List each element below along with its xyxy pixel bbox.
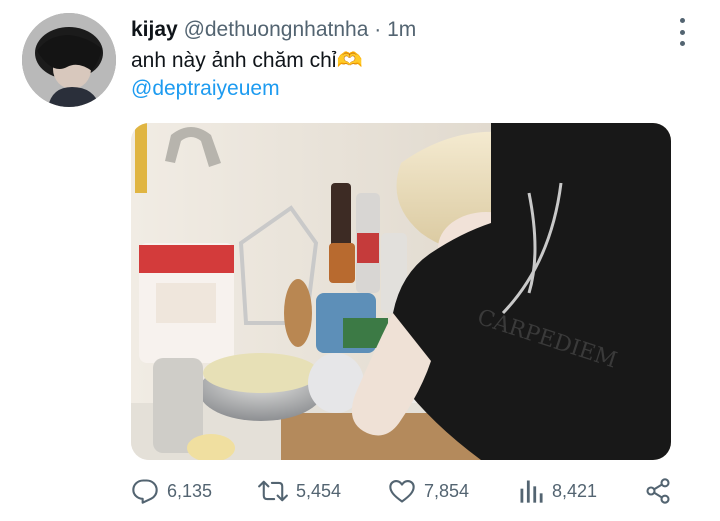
bar-chart-icon (520, 480, 543, 503)
share-icon (646, 478, 670, 504)
tweet-header: kijay @dethuongnhatnha · 1m (131, 18, 416, 42)
avatar-image (22, 13, 116, 107)
views-count: 8,421 (552, 480, 598, 501)
retweet-icon (258, 480, 288, 502)
tweet-photo[interactable]: CARPEDIEM (131, 123, 671, 460)
display-name[interactable]: kijay (131, 18, 178, 41)
user-handle[interactable]: @dethuongnhatnha (184, 18, 369, 41)
like-button[interactable]: 7,854 (388, 476, 469, 506)
share-button[interactable] (644, 476, 672, 506)
separator-dot: · (374, 18, 382, 41)
reply-icon (132, 479, 158, 504)
retweet-button[interactable]: 5,454 (258, 476, 341, 506)
avatar[interactable] (22, 13, 116, 107)
reply-button[interactable]: 6,135 (131, 476, 212, 506)
more-vertical-icon (679, 18, 685, 23)
views-button[interactable]: 8,421 (518, 476, 597, 506)
like-count: 7,854 (424, 480, 470, 501)
more-button[interactable] (670, 18, 694, 46)
mention-link[interactable]: @deptraiyeuem (131, 77, 280, 101)
retweet-count: 5,454 (296, 480, 342, 501)
reply-count: 6,135 (167, 480, 213, 501)
tweet-actions: 6,135 5,454 7,854 8,421 (131, 476, 676, 506)
tweet-text: anh này ảnh chăm chỉ🫶 (131, 49, 363, 72)
more-dot (679, 29, 685, 35)
kitchen-photo-illustration: CARPEDIEM (131, 123, 671, 460)
timestamp[interactable]: 1m (387, 18, 416, 41)
heart-icon (389, 480, 415, 503)
more-dot (679, 41, 685, 46)
